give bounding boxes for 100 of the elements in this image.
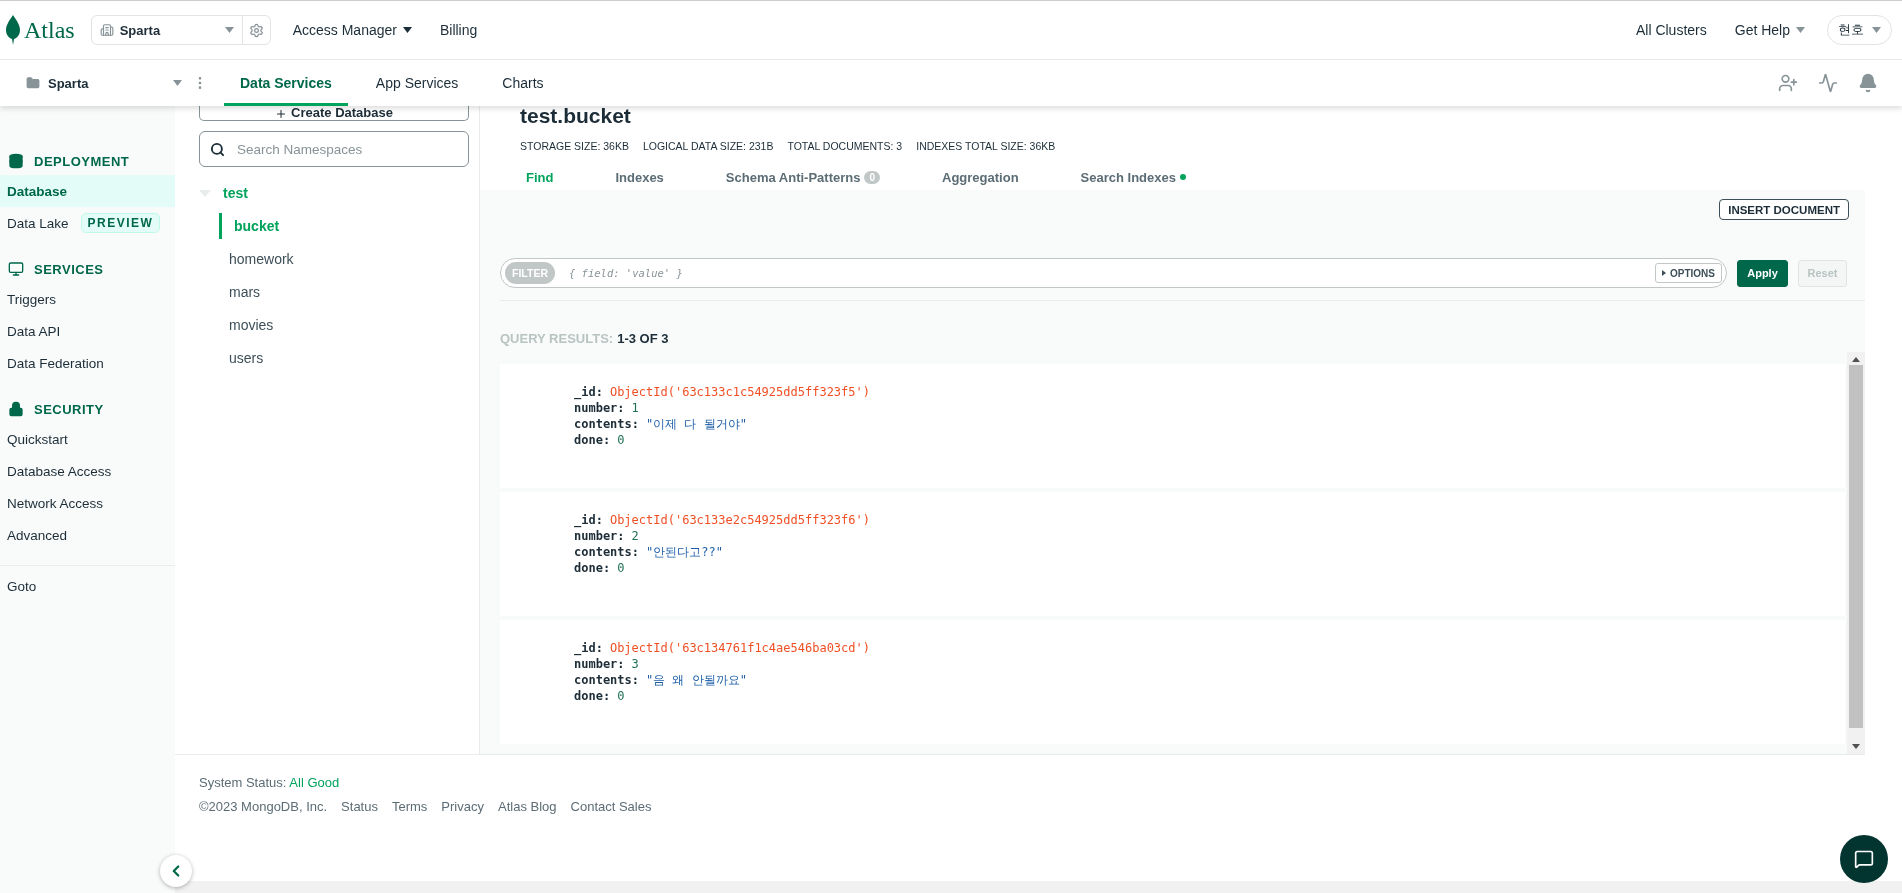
collection-tab[interactable]: Search Indexes	[1068, 166, 1208, 190]
filter-field[interactable]: FILTER { field: 'value' } OPTIONS	[500, 258, 1727, 288]
footer-link[interactable]: Atlas Blog	[498, 799, 557, 814]
options-button[interactable]: OPTIONS	[1655, 263, 1722, 283]
arrow-up-icon[interactable]	[1852, 357, 1860, 362]
field-value: "안된다고??"	[646, 544, 723, 560]
chat-button[interactable]	[1840, 835, 1888, 883]
results-label: QUERY RESULTS:	[500, 331, 614, 346]
caret-icon	[173, 80, 182, 86]
insert-document-button[interactable]: INSERT DOCUMENT	[1719, 199, 1849, 220]
pulse-icon	[1818, 73, 1838, 93]
search-icon	[210, 141, 225, 157]
tree-node-label: test	[223, 185, 248, 201]
copyright-text: ©2023 MongoDB, Inc.	[199, 799, 328, 814]
field-key: _id:	[574, 384, 603, 400]
collection-item[interactable]: mars	[219, 278, 469, 305]
collection-item[interactable]: movies	[219, 311, 469, 338]
sidebar-item[interactable]: Advanced	[0, 519, 175, 551]
field-value: "음 왜 안될까요"	[646, 672, 747, 688]
field-value: 0	[617, 688, 625, 704]
chat-icon	[1854, 849, 1874, 869]
field-value: 1	[631, 400, 639, 416]
field-value: ObjectId('63c133c1c54925dd5ff323f5')	[609, 384, 870, 400]
scrollbar-thumb[interactable]	[1849, 365, 1863, 728]
collection-tab[interactable]: Schema Anti-Patterns 0	[713, 166, 903, 190]
collection-tab[interactable]: Aggregation	[930, 166, 1041, 190]
building-icon	[99, 23, 114, 37]
field-key: contents:	[574, 544, 640, 560]
count-badge: 0	[864, 170, 881, 184]
field-key: number:	[574, 656, 625, 672]
field-value: 2	[631, 528, 639, 544]
footer-link[interactable]: Status	[341, 799, 378, 814]
results-count: 1-3 OF 3	[617, 331, 669, 346]
collection-stat: INDEXES TOTAL SIZE: 36KB	[916, 140, 1056, 152]
sidebar-item[interactable]: Quickstart	[0, 423, 175, 455]
field-key: done:	[574, 688, 611, 704]
field-value: 3	[631, 656, 639, 672]
footer-link[interactable]: Privacy	[441, 799, 484, 814]
collection-title: test.bucket	[520, 106, 632, 129]
nav-link[interactable]: Get Help	[1728, 22, 1811, 38]
collection-stat: LOGICAL DATA SIZE: 231B	[642, 140, 774, 152]
nav-link[interactable]: All Clusters	[1629, 22, 1713, 38]
project-tab[interactable]: Charts	[486, 60, 560, 106]
caret-icon	[1662, 270, 1666, 276]
scrollbar[interactable]	[1847, 352, 1865, 754]
field-key: done:	[574, 432, 611, 448]
preview-badge: PREVIEW	[80, 213, 161, 233]
leaf-logo-icon	[6, 15, 20, 45]
section-heading: SERVICES	[0, 255, 175, 283]
bell-icon	[1858, 73, 1878, 93]
collection-item[interactable]: users	[219, 344, 469, 371]
sidebar-item[interactable]: Database Access	[0, 455, 175, 487]
project-dropdown[interactable]: Sparta	[26, 75, 182, 91]
logo-text[interactable]: Atlas	[24, 16, 75, 44]
filter-label: FILTER	[505, 262, 555, 284]
sidebar-item[interactable]: Data API	[0, 315, 175, 347]
plus-icon	[275, 108, 288, 120]
field-value: 0	[617, 560, 625, 576]
search-field[interactable]: Search Namespaces	[199, 131, 469, 167]
field-key: _id:	[574, 512, 603, 528]
database-icon	[8, 153, 24, 169]
sidebar-item[interactable]: Triggers	[0, 283, 175, 315]
collection-tab[interactable]: Indexes	[603, 166, 686, 190]
caret-icon	[224, 27, 234, 33]
section-heading: DEPLOYMENT	[0, 147, 175, 175]
organization-dropdown[interactable]: Sparta	[91, 16, 242, 44]
field-key: number:	[574, 400, 625, 416]
folder-icon	[26, 76, 40, 90]
field-value: ObjectId('63c134761f1c4ae546ba03cd')	[609, 640, 870, 656]
project-tab[interactable]: App Services	[359, 60, 475, 106]
arrow-down-icon[interactable]	[1852, 744, 1860, 749]
field-value: 0	[617, 432, 625, 448]
field-value: "이제 다 될거야"	[646, 416, 747, 432]
filter-input[interactable]: { field: 'value' }	[566, 266, 1643, 280]
caret-icon	[1872, 27, 1881, 33]
sidebar-item[interactable]: Data Lake PREVIEW	[0, 207, 175, 239]
user-menu[interactable]: 현호	[1827, 15, 1892, 45]
monitor-icon	[8, 261, 24, 277]
field-value: ObjectId('63c133e2c54925dd5ff323f6')	[609, 512, 870, 528]
nav-link[interactable]: Access Manager	[286, 22, 418, 38]
footer-link[interactable]: Terms	[391, 799, 428, 814]
system-status: System Status: All Good	[199, 775, 340, 790]
section-heading: SECURITY	[0, 395, 175, 423]
collection-item[interactable]: homework	[219, 245, 469, 272]
goto-link[interactable]: Goto	[0, 570, 175, 602]
sidebar-item[interactable]: Network Access	[0, 487, 175, 519]
footer-link[interactable]: Contact Sales	[570, 799, 652, 814]
nav-link[interactable]: Billing	[433, 22, 484, 38]
field-key: _id:	[574, 640, 603, 656]
search-input[interactable]: Search Namespaces	[235, 140, 458, 158]
field-key: contents:	[574, 416, 640, 432]
sidebar-item[interactable]: Data Federation	[0, 347, 175, 379]
field-key: done:	[574, 560, 611, 576]
collection-stat: TOTAL DOCUMENTS: 3	[787, 140, 903, 152]
field-key: number:	[574, 528, 625, 544]
sidebar-item[interactable]: Database	[0, 175, 175, 207]
horizontal-scrollbar[interactable]	[175, 881, 1902, 893]
apply-button[interactable]: Apply	[1737, 259, 1788, 287]
collection-stat: STORAGE SIZE: 36KB	[520, 140, 629, 152]
gear-icon	[248, 22, 264, 38]
